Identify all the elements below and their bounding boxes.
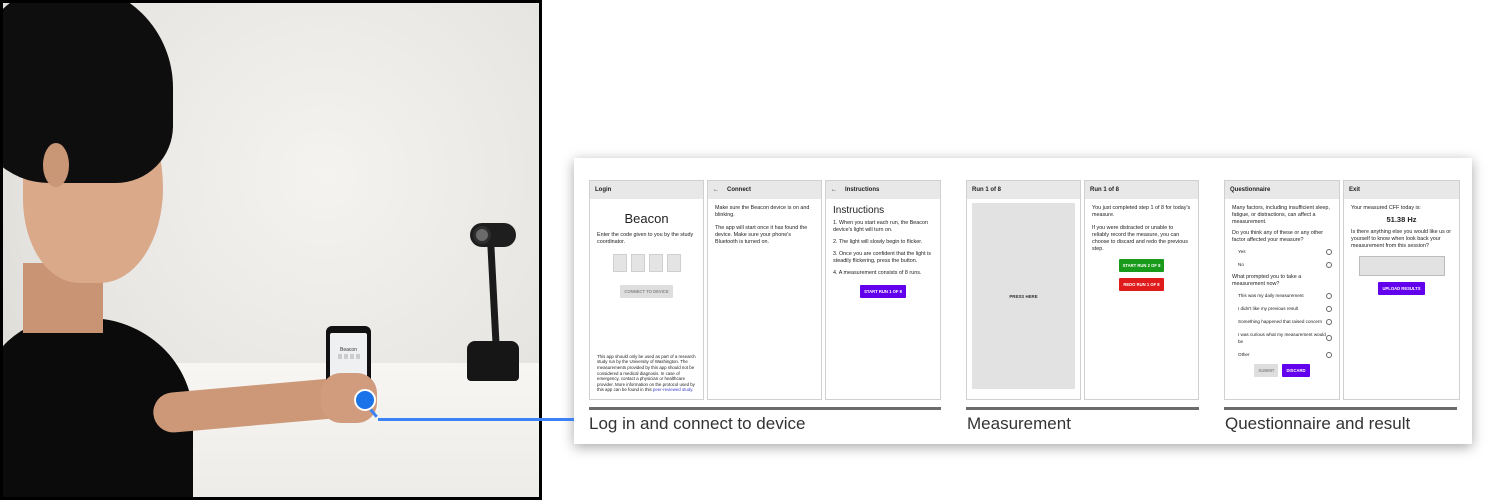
radio-circle-icon[interactable] [1326, 351, 1332, 358]
code-input-group[interactable] [597, 254, 696, 275]
back-arrow-icon[interactable]: ← [713, 187, 719, 193]
person-hair [3, 3, 173, 183]
study-photo: Beacon [0, 0, 542, 500]
upload-results-button[interactable]: UPLOAD RESULTS [1378, 282, 1425, 295]
start-run-button[interactable]: START RUN 1 OF 8 [860, 285, 906, 298]
feedback-question: Is there anything else you would like us… [1351, 229, 1452, 249]
app-title: Beacon [624, 211, 669, 226]
radio-option[interactable]: This was my daily measurement [1238, 292, 1332, 299]
start-next-run-button[interactable]: START RUN 2 OF 8 [1118, 259, 1165, 272]
section-label-measurement: Measurement [967, 414, 1071, 433]
redo-run-button[interactable]: REDO RUN 1 OF 8 [1119, 278, 1164, 291]
section-divider [589, 407, 941, 410]
discard-button[interactable]: DISCARD [1282, 364, 1310, 377]
back-arrow-icon[interactable]: ← [831, 187, 837, 193]
questionnaire-screen: Questionnaire Many factors, including in… [1224, 180, 1340, 400]
radio-option[interactable]: No [1238, 261, 1332, 268]
questionnaire-app-bar: Questionnaire [1225, 181, 1339, 199]
login-screen: Login Beacon Enter the code given to you… [589, 180, 704, 400]
person-ear [43, 143, 69, 187]
exit-app-bar: Exit [1344, 181, 1459, 199]
run-complete-message: You just completed step 1 of 8 for today… [1092, 205, 1191, 218]
instruction-step: 2. The light will slowly begin to flicke… [833, 239, 923, 245]
section-divider [1224, 407, 1457, 410]
app-screens-panel: Login Beacon Enter the code given to you… [574, 158, 1472, 444]
beacon-device-base [467, 341, 519, 381]
disclaimer-text: This app should only be used as part of … [597, 354, 696, 393]
radio-circle-icon[interactable] [1326, 318, 1332, 325]
beacon-device-light [473, 226, 491, 244]
radio-circle-icon[interactable] [1326, 335, 1332, 341]
code-prompt: Enter the code given to you by the study… [597, 232, 694, 245]
question-factor: Do you think any of these or any other f… [1232, 230, 1324, 243]
run-redo-note: If you were distracted or unable to reli… [1092, 225, 1188, 252]
questionnaire-intro: Many factors, including insufficient sle… [1232, 205, 1330, 225]
feedback-textarea[interactable] [1358, 256, 1445, 276]
connect-bar-title: Connect [727, 187, 751, 193]
instructions-title: Instructions [833, 205, 885, 216]
radio-circle-icon[interactable] [1326, 261, 1332, 268]
radio-circle-icon[interactable] [1326, 292, 1332, 299]
radio-circle-icon[interactable] [1326, 248, 1332, 255]
instructions-list: 1. When you start each run, the Beacon d… [833, 220, 933, 277]
radio-option[interactable]: Something happened that raised concern [1238, 318, 1332, 325]
connect-screen: ← Connect Make sure the Beacon device is … [707, 180, 822, 400]
connect-instruction: Make sure the Beacon device is on and bl… [715, 205, 810, 218]
code-digit-input[interactable] [666, 254, 681, 272]
code-digit-input[interactable] [648, 254, 663, 272]
study-link[interactable]: peer-reviewed study. [653, 387, 693, 392]
instructions-bar-title: Instructions [845, 187, 880, 193]
press-here-button[interactable]: PRESS HERE [972, 203, 1075, 389]
run-complete-screen: Run 1 of 8 You just completed step 1 of … [1084, 180, 1199, 400]
section-label-login: Log in and connect to device [589, 414, 806, 433]
connect-to-device-button[interactable]: CONNECT TO DEVICE [620, 285, 673, 298]
question-prompt-reason: What prompted you to take a measurement … [1232, 274, 1302, 287]
radio-option[interactable]: Other [1238, 351, 1332, 358]
instruction-step: 3. Once you are confident that the light… [833, 251, 931, 264]
run-app-bar: Run 1 of 8 [967, 181, 1080, 199]
run-app-bar: Run 1 of 8 [1085, 181, 1198, 199]
code-digit-input[interactable] [630, 254, 645, 272]
phone-marker-dot [354, 389, 376, 411]
connector-line [378, 418, 574, 421]
cff-label: Your measured CFF today is: [1351, 205, 1421, 211]
section-label-questionnaire: Questionnaire and result [1225, 414, 1411, 433]
exit-screen: Exit Your measured CFF today is: 51.38 H… [1343, 180, 1460, 400]
instruction-step: 1. When you start each run, the Beacon d… [833, 220, 928, 233]
connect-app-bar: ← Connect [708, 181, 821, 199]
instructions-app-bar: ← Instructions [826, 181, 940, 199]
instructions-screen: ← Instructions Instructions 1. When you s… [825, 180, 941, 400]
submit-button[interactable]: SUBMIT [1254, 364, 1279, 377]
cff-value: 51.38 Hz [1386, 215, 1417, 224]
radio-circle-icon[interactable] [1326, 305, 1332, 312]
radio-option[interactable]: I was curious what my measurement would … [1238, 331, 1332, 345]
section-divider [966, 407, 1199, 410]
connect-bluetooth-note: The app will start once it has found the… [715, 225, 808, 245]
run-press-screen: Run 1 of 8 PRESS HERE [966, 180, 1081, 400]
instruction-step: 4. A measurement consists of 8 runs. [833, 270, 922, 276]
code-digit-input[interactable] [612, 254, 627, 272]
radio-option[interactable]: I didn't like my previous result [1238, 305, 1332, 312]
login-app-bar: Login [590, 181, 703, 199]
radio-option[interactable]: Yes [1238, 248, 1332, 255]
